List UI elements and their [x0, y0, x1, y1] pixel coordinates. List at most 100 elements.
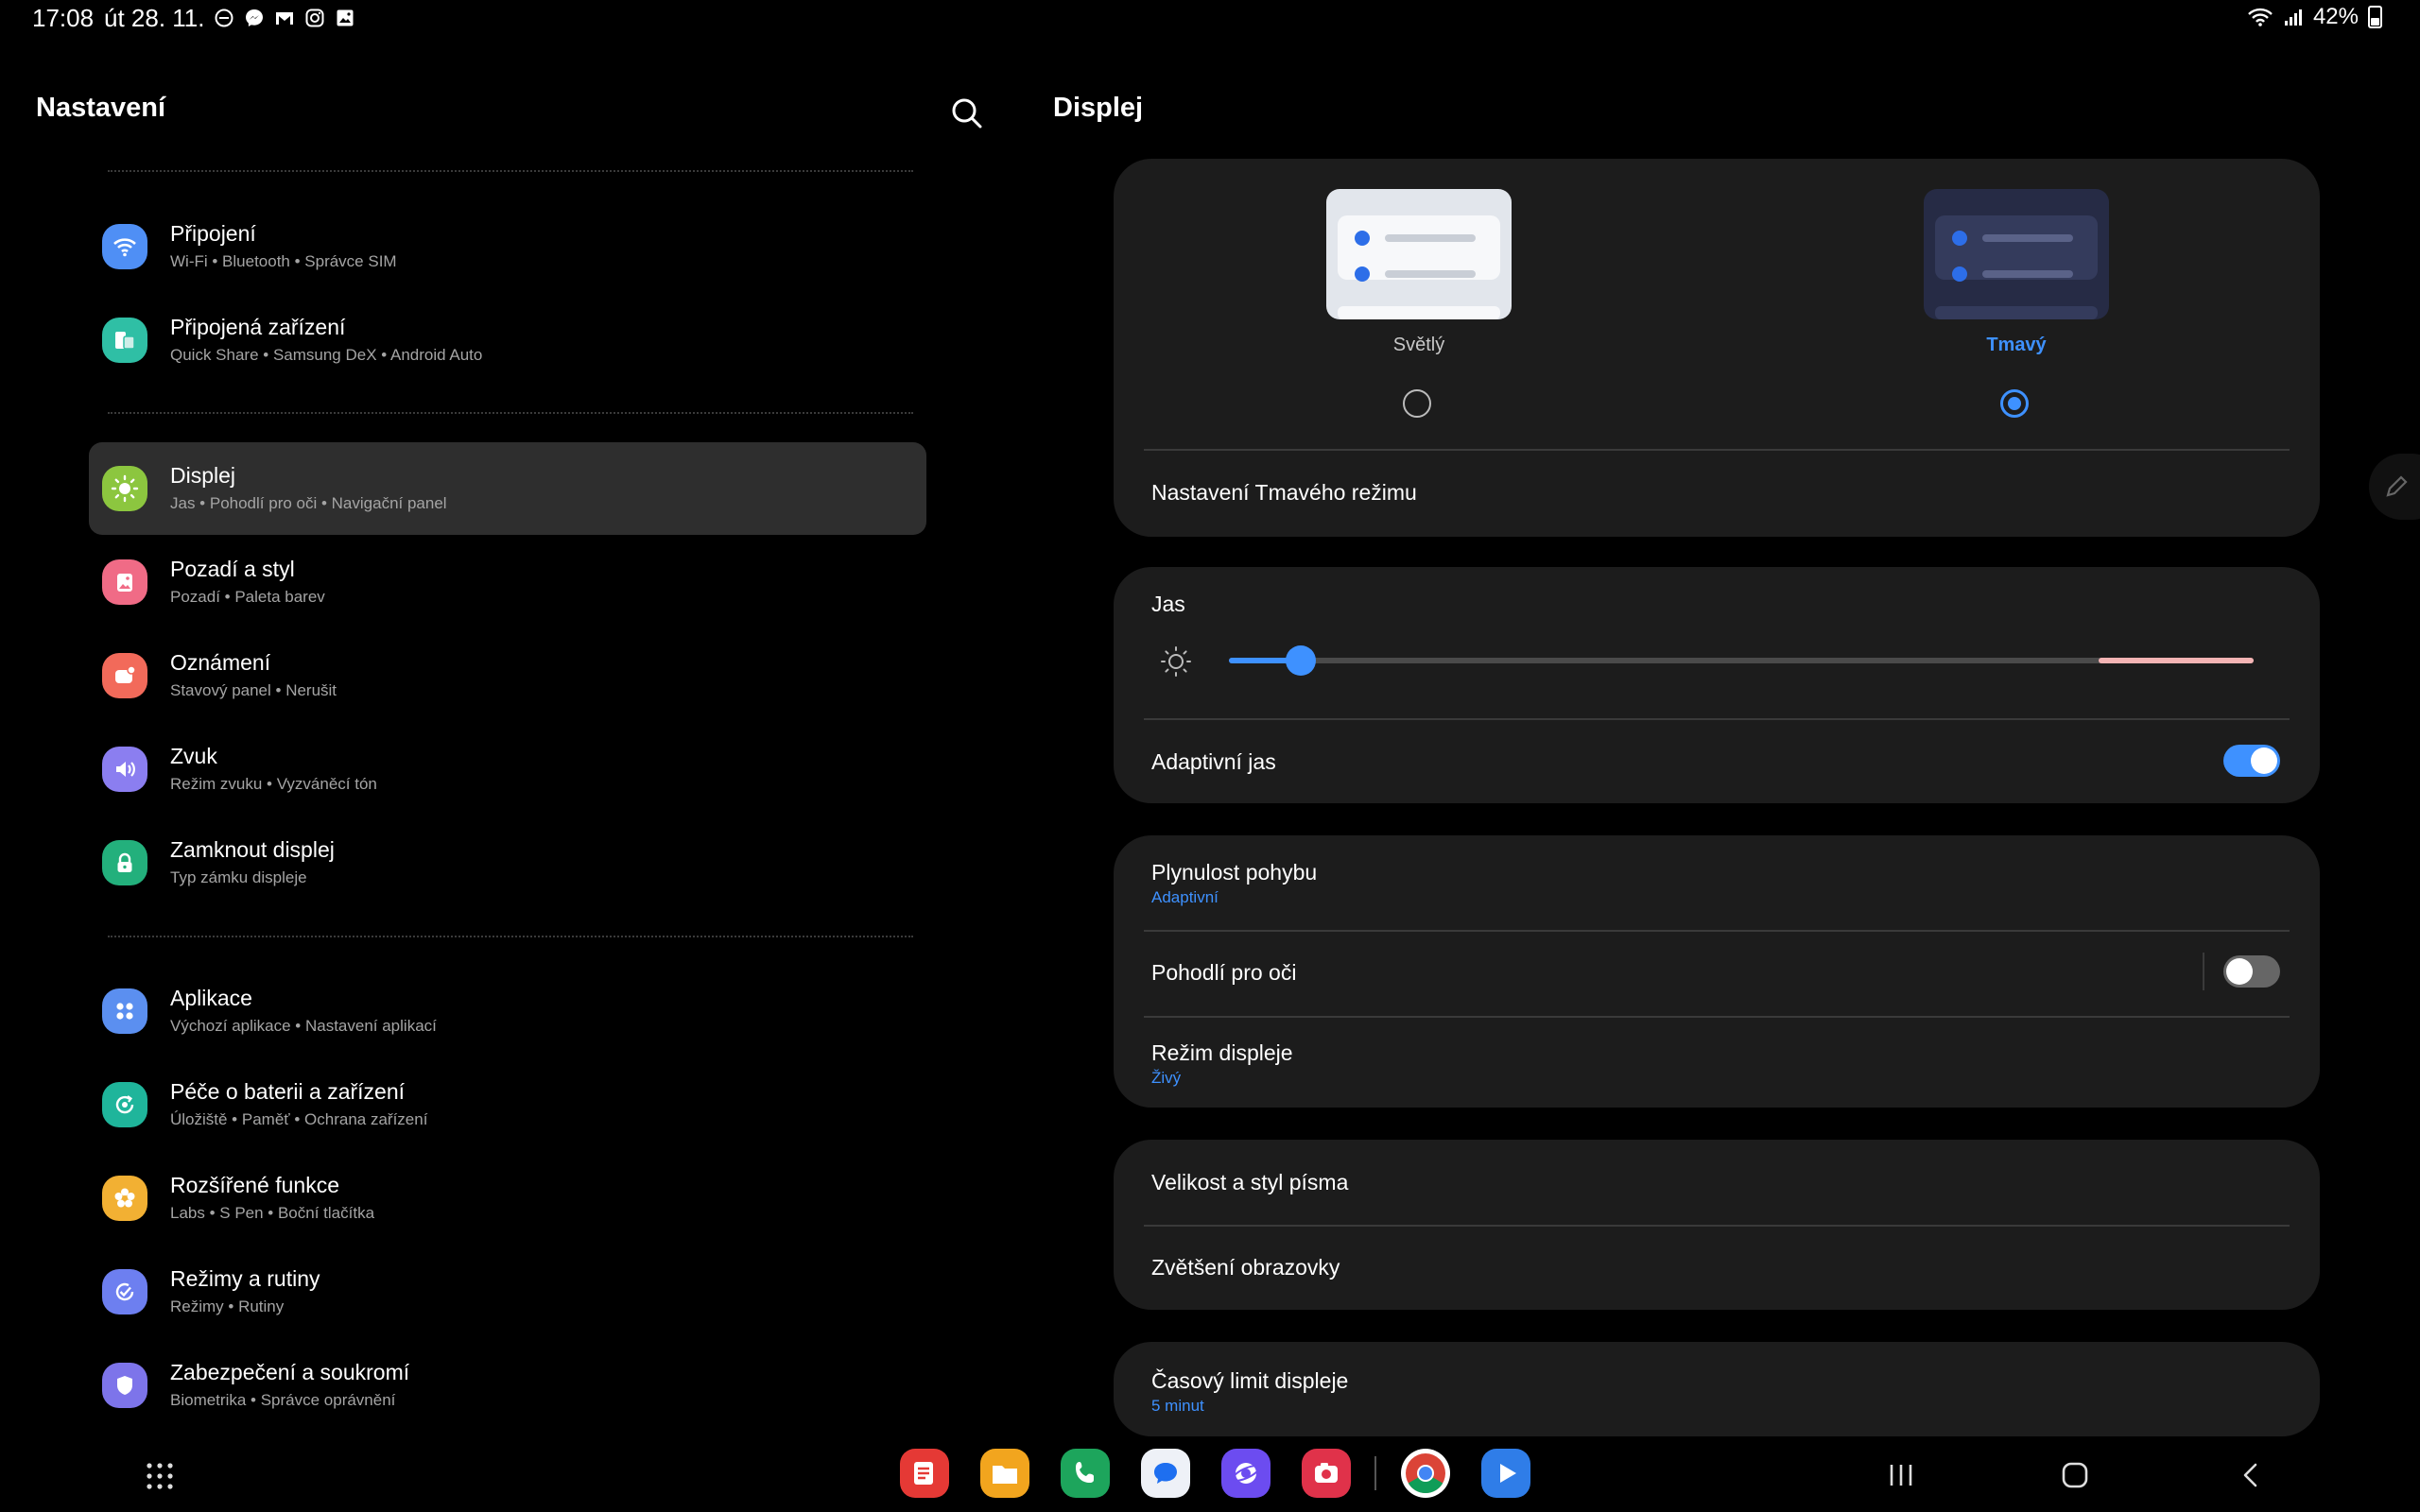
back-icon[interactable] — [2237, 1461, 2265, 1489]
screen-timeout-label: Časový limit displeje — [1151, 1368, 1349, 1393]
row-divider — [1144, 718, 2290, 720]
lock-icon — [102, 840, 147, 885]
toggle-knob — [2251, 747, 2277, 774]
page-title: Displej — [1053, 93, 1144, 123]
motion-smoothness-label: Plynulost pohybu — [1151, 860, 1318, 885]
chrome-app-icon[interactable] — [1401, 1449, 1450, 1498]
screen-timeout-value: 5 minut — [1151, 1397, 1204, 1415]
search-icon[interactable] — [945, 93, 987, 134]
home-icon[interactable] — [2061, 1461, 2089, 1489]
motion-smoothness-row[interactable]: Plynulost pohybu Adaptivní — [1114, 835, 2320, 930]
menu-item-label: Displej — [170, 463, 236, 488]
menu-item-sub: Jas • Pohodlí pro oči • Navigační panel — [170, 494, 447, 512]
menu-item-security-privacy[interactable]: Zabezpečení a soukromí Biometrika • Sprá… — [89, 1339, 926, 1432]
battery-icon — [2368, 6, 2382, 28]
wifi-icon — [2248, 8, 2273, 26]
menu-item-advanced-features[interactable]: Rozšířené funkce Labs • S Pen • Boční tl… — [89, 1152, 926, 1245]
section-divider — [108, 170, 913, 172]
status-date: út 28. 11. — [104, 4, 205, 32]
screen-mode-row[interactable]: Režim displeje Živý — [1114, 1018, 2320, 1108]
camera-app-icon[interactable] — [1302, 1449, 1351, 1498]
app-drawer-icon[interactable] — [146, 1462, 174, 1490]
messages-app-icon[interactable] — [1141, 1449, 1190, 1498]
row-divider — [1144, 1225, 2290, 1227]
font-zoom-card: Velikost a styl písma Zvětšení obrazovky — [1114, 1140, 2320, 1310]
menu-item-label: Režimy a rutiny — [170, 1266, 320, 1291]
menu-item-display[interactable]: Displej Jas • Pohodlí pro oči • Navigačn… — [89, 442, 926, 535]
gmail-icon — [276, 12, 293, 25]
menu-item-wallpaper[interactable]: Pozadí a styl Pozadí • Paleta barev — [89, 536, 926, 628]
wifi-icon — [102, 224, 147, 269]
dark-mode-radio[interactable] — [2000, 389, 2029, 418]
light-mode-preview[interactable] — [1326, 189, 1512, 319]
status-time: 17:08 — [32, 4, 95, 32]
toggle-knob — [2226, 958, 2253, 985]
signal-icon — [2284, 9, 2302, 26]
routines-icon — [102, 1269, 147, 1314]
shield-icon — [102, 1363, 147, 1408]
menu-item-label: Rozšířené funkce — [170, 1173, 339, 1197]
light-mode-radio[interactable] — [1403, 389, 1431, 418]
menu-item-label: Zamknout displej — [170, 837, 335, 862]
menu-item-sub: Wi-Fi • Bluetooth • Správce SIM — [170, 252, 397, 270]
menu-item-sub: Režimy • Rutiny — [170, 1297, 285, 1315]
adaptive-brightness-toggle[interactable] — [2223, 745, 2280, 777]
apps-icon — [102, 988, 147, 1034]
menu-item-connections[interactable]: Připojení Wi-Fi • Bluetooth • Správce SI… — [89, 200, 926, 293]
device-care-icon — [102, 1082, 147, 1127]
brightness-thumb[interactable] — [1286, 645, 1316, 676]
sun-icon — [102, 466, 147, 511]
dark-mode-settings[interactable]: Nastavení Tmavého režimu — [1151, 480, 1417, 506]
advanced-features-icon — [102, 1176, 147, 1221]
menu-item-sub: Quick Share • Samsung DeX • Android Auto — [170, 346, 483, 364]
play-app-icon[interactable] — [1481, 1449, 1530, 1498]
brightness-sun-icon — [1161, 646, 1191, 677]
messenger-icon — [246, 9, 263, 26]
dark-mode-preview[interactable] — [1924, 189, 2109, 319]
brightness-high-zone — [2099, 658, 2254, 663]
brightness-slider[interactable] — [1229, 645, 2254, 676]
menu-item-apps[interactable]: Aplikace Výchozí aplikace • Nastavení ap… — [89, 965, 926, 1057]
menu-item-label: Připojená zařízení — [170, 315, 346, 339]
phone-app-icon[interactable] — [1061, 1449, 1110, 1498]
menu-item-battery-care[interactable]: Péče o baterii a zařízení Úložiště • Pam… — [89, 1058, 926, 1151]
eye-comfort-label[interactable]: Pohodlí pro oči — [1151, 960, 1296, 986]
menu-item-label: Oznámení — [170, 650, 271, 675]
brightness-label: Jas — [1151, 592, 1185, 616]
battery-percent: 42% — [2312, 4, 2359, 29]
menu-item-sub: Stavový panel • Nerušit — [170, 681, 337, 699]
instagram-icon — [305, 9, 324, 27]
vertical-divider — [2203, 953, 2204, 990]
menu-item-notifications[interactable]: Oznámení Stavový panel • Nerušit — [89, 629, 926, 722]
font-size-style[interactable]: Velikost a styl písma — [1151, 1170, 1348, 1195]
screen-timeout-card[interactable]: Časový limit displeje 5 minut — [1114, 1342, 2320, 1436]
menu-item-sound[interactable]: Zvuk Režim zvuku • Vyzváněcí tón — [89, 723, 926, 816]
display-options-card: Plynulost pohybu Adaptivní Pohodlí pro o… — [1114, 835, 2320, 1108]
dock-divider — [1374, 1456, 1376, 1490]
menu-item-modes-routines[interactable]: Režimy a rutiny Režimy • Rutiny — [89, 1246, 926, 1338]
row-divider — [1144, 449, 2290, 451]
section-divider — [108, 412, 913, 414]
recents-icon[interactable] — [1887, 1461, 1915, 1489]
settings-title: Nastavení — [36, 93, 166, 123]
menu-item-sub: Biometrika • Správce oprávnění — [170, 1391, 396, 1409]
menu-item-connected-devices[interactable]: Připojená zařízení Quick Share • Samsung… — [89, 294, 926, 387]
light-mode-label: Světlý — [1392, 335, 1445, 355]
notes-app-icon[interactable] — [900, 1449, 949, 1498]
internet-app-icon[interactable] — [1221, 1449, 1270, 1498]
do-not-disturb-icon — [215, 9, 233, 27]
menu-item-sub: Typ zámku displeje — [170, 868, 307, 886]
menu-item-lock-screen[interactable]: Zamknout displej Typ zámku displeje — [89, 816, 926, 909]
eye-comfort-toggle[interactable] — [2223, 955, 2280, 988]
gallery-icon — [337, 9, 354, 26]
files-app-icon[interactable] — [980, 1449, 1029, 1498]
menu-item-sub: Pozadí • Paleta barev — [170, 588, 325, 606]
adaptive-brightness-label: Adaptivní jas — [1151, 749, 1276, 774]
screen-zoom[interactable]: Zvětšení obrazovky — [1151, 1255, 1340, 1280]
brightness-card: Jas Adaptivní jas — [1114, 567, 2320, 803]
menu-item-label: Pozadí a styl — [170, 557, 295, 581]
menu-item-label: Péče o baterii a zařízení — [170, 1079, 406, 1104]
menu-item-sub: Labs • S Pen • Boční tlačítka — [170, 1204, 375, 1222]
menu-item-label: Zabezpečení a soukromí — [170, 1360, 410, 1384]
edge-panel-handle[interactable] — [2369, 454, 2420, 520]
